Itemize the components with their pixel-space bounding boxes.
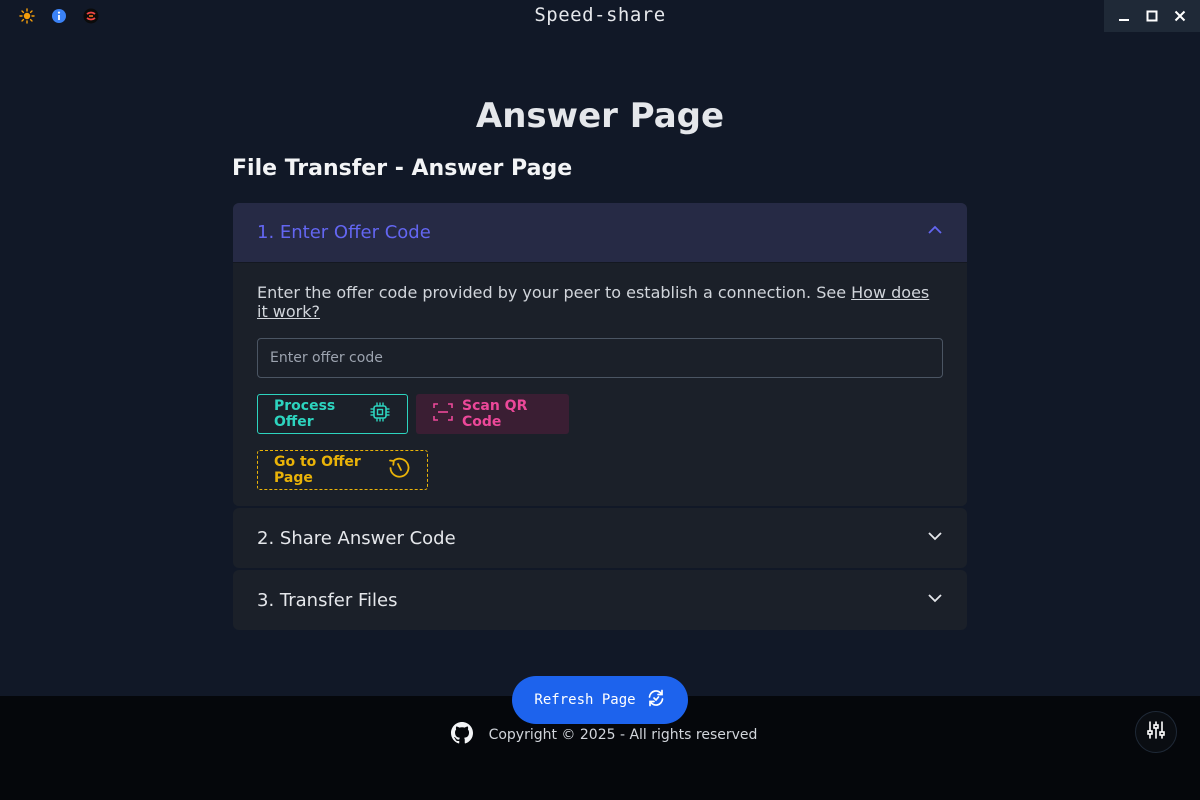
refresh-label: Refresh Page [534,692,636,708]
process-offer-label: Process Offer [274,398,336,430]
page-title: Answer Page [475,96,725,136]
refresh-page-button[interactable]: Refresh Page [512,676,688,724]
minimize-icon[interactable] [1114,6,1134,26]
settings-sliders-button[interactable] [1135,711,1177,753]
scan-qr-button[interactable]: Scan QR Code [416,394,569,434]
title-bar: Speed-share [0,0,1200,32]
copyright-row: Copyright © 2025 - All rights reserved [0,722,1200,748]
step-title: 1. Enter Offer Code [257,222,431,243]
chevron-down-icon [927,590,943,611]
github-icon[interactable] [450,722,473,748]
window-title: Speed-share [534,4,666,26]
steps-accordion: 1. Enter Offer Code Enter the offer code… [233,203,967,632]
step-enter-offer-body: Enter the offer code provided by your pe… [233,263,967,506]
copyright-text: Copyright © 2025 - All rights reserved [488,727,758,743]
chevron-up-icon [927,222,943,243]
go-to-offer-page-button[interactable]: Go to Offer Page [257,450,428,490]
window-controls [1104,0,1200,32]
step-enter-offer-header[interactable]: 1. Enter Offer Code [233,203,967,263]
refresh-icon [646,688,666,712]
action-buttons: Process Offer Scan QR Code [257,394,943,434]
sliders-icon [1146,720,1166,744]
section-title: File Transfer - Answer Page [232,156,573,181]
history-icon [387,456,411,484]
close-icon[interactable] [1170,6,1190,26]
step-description: Enter the offer code provided by your pe… [257,283,943,321]
step-title: 2. Share Answer Code [257,527,456,549]
step-title: 3. Transfer Files [257,589,398,611]
cpu-chip-icon [369,401,391,427]
step-share-answer-header[interactable]: 2. Share Answer Code [233,508,967,568]
offer-code-input[interactable] [257,338,943,378]
scan-qr-label: Scan QR Code [462,398,528,430]
go-to-offer-label: Go to Offer Page [274,454,361,486]
scan-qr-icon [432,401,454,427]
process-offer-button[interactable]: Process Offer [257,394,408,434]
step-share-answer: 2. Share Answer Code [233,508,967,568]
description-text: Enter the offer code provided by your pe… [257,283,852,302]
step-enter-offer: 1. Enter Offer Code Enter the offer code… [233,203,967,506]
maximize-icon[interactable] [1142,6,1162,26]
chevron-down-icon [927,528,943,549]
step-transfer-files-header[interactable]: 3. Transfer Files [233,570,967,630]
step-transfer-files: 3. Transfer Files [233,570,967,630]
